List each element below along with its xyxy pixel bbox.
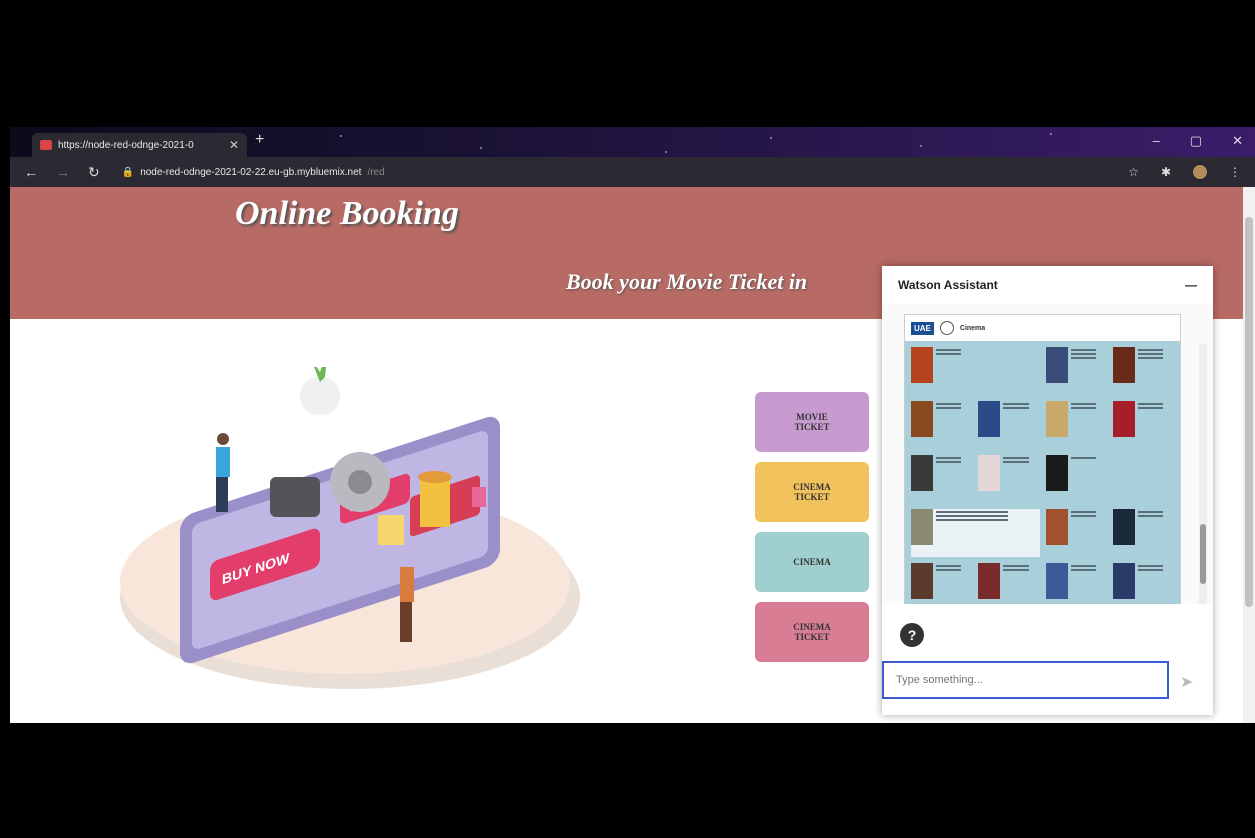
movie-item [1045, 455, 1107, 503]
watson-chat-panel: Watson Assistant — UAE Cinema ? Type som… [882, 266, 1213, 715]
close-tab-icon[interactable]: ✕ [229, 138, 239, 152]
ticket-label: CINEMA TICKET [793, 482, 831, 502]
help-icon[interactable]: ? [900, 623, 924, 647]
movie-item [1045, 509, 1107, 557]
movie-item [911, 509, 1040, 557]
movie-item [978, 455, 1039, 503]
new-tab-icon[interactable]: + [255, 131, 264, 149]
page-title: Online Booking [235, 195, 459, 232]
url-host: node-red-odnge-2021-02-22.eu-gb.mybluemi… [140, 166, 362, 178]
movie-item [1045, 563, 1107, 604]
chat-scrollbar[interactable] [1199, 344, 1207, 604]
movie-item [978, 563, 1039, 604]
ticket-label: CINEMA [793, 557, 831, 567]
menu-icon[interactable]: ⋮ [1229, 165, 1241, 179]
browser-toolbar: ← → ↻ 🔒 node-red-odnge-2021-02-22.eu-gb.… [10, 157, 1255, 187]
chat-messages[interactable]: UAE Cinema [882, 304, 1213, 604]
url-path: /red [367, 166, 385, 178]
cinema-listing-image: UAE Cinema [904, 314, 1181, 604]
movie-item [1045, 401, 1107, 449]
ticket-card: MOVIE TICKET [755, 392, 869, 452]
page-subtitle: Book your Movie Ticket in [566, 269, 808, 294]
site-favicon-icon [40, 140, 52, 150]
movie-item [911, 563, 972, 604]
chat-title: Watson Assistant [898, 278, 998, 292]
movie-item [911, 455, 972, 503]
movie-item [978, 347, 1039, 395]
screen: https://node-red-odnge-2021-0 ✕ + – ▢ ✕ … [0, 0, 1255, 838]
movie-item [1112, 563, 1174, 604]
maximize-window-button[interactable]: ▢ [1190, 133, 1202, 149]
cinema-logo: UAE [911, 321, 934, 335]
reload-icon[interactable]: ↻ [88, 164, 100, 181]
movie-item [911, 347, 972, 395]
page-scrollbar[interactable] [1243, 187, 1255, 723]
minimize-chat-button[interactable]: — [1185, 278, 1197, 292]
minimize-window-button[interactable]: – [1153, 133, 1160, 149]
chat-header: Watson Assistant — [882, 266, 1213, 305]
ticket-card: CINEMA [755, 532, 869, 592]
forward-icon[interactable]: → [56, 164, 70, 181]
ticket-label: CINEMA TICKET [793, 622, 831, 642]
movie-grid [905, 341, 1180, 604]
bookmark-star-icon[interactable]: ☆ [1128, 165, 1139, 179]
booking-illustration: BUY NOW TICKET [120, 367, 580, 689]
window-controls: – ▢ ✕ [1153, 133, 1243, 149]
ticket-label: MOVIE TICKET [794, 412, 830, 432]
address-bar[interactable]: 🔒 node-red-odnge-2021-02-22.eu-gb.myblue… [122, 167, 385, 178]
send-icon[interactable]: ➤ [1180, 672, 1193, 692]
extensions-icon[interactable]: ✱ [1161, 165, 1171, 179]
cinema-emblem-icon [939, 321, 954, 335]
lock-icon: 🔒 [121, 166, 135, 178]
ticket-card: CINEMA TICKET [755, 462, 869, 522]
chat-scrollbar-thumb[interactable] [1200, 524, 1206, 584]
movie-item [911, 401, 972, 449]
chat-message-input[interactable] [882, 661, 1169, 699]
page-scrollbar-thumb[interactable] [1245, 217, 1253, 607]
movie-item [1112, 509, 1174, 557]
movie-item [978, 401, 1039, 449]
profile-avatar[interactable] [1193, 165, 1207, 179]
ticket-stack: MOVIE TICKET CINEMA TICKET CINEMA CINEMA… [755, 392, 873, 672]
tab-title: https://node-red-odnge-2021-0 [58, 139, 194, 151]
close-window-button[interactable]: ✕ [1232, 133, 1243, 149]
cinema-name: Cinema [959, 324, 986, 332]
browser-tab[interactable]: https://node-red-odnge-2021-0 ✕ [32, 133, 247, 157]
browser-tab-bar: https://node-red-odnge-2021-0 ✕ + – ▢ ✕ [10, 127, 1255, 157]
movie-item [1045, 347, 1107, 395]
movie-item [1113, 455, 1174, 503]
ticket-card: CINEMA TICKET [755, 602, 869, 662]
back-icon[interactable]: ← [24, 164, 38, 181]
movie-item [1112, 347, 1174, 395]
movie-item [1112, 401, 1174, 449]
